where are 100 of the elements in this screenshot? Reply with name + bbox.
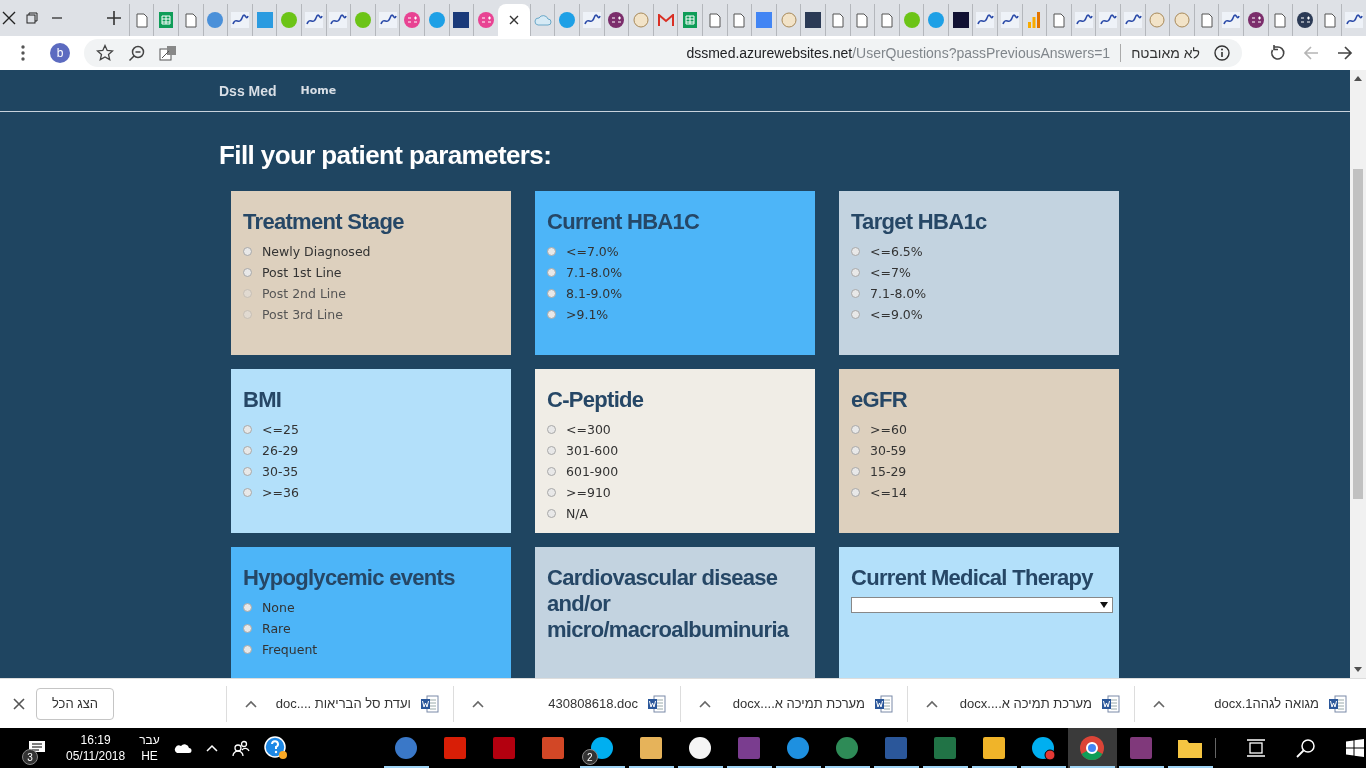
cloud-icon[interactable] [173, 742, 192, 754]
download-item[interactable]: ועדת סל הבריאות ....doc [226, 685, 453, 722]
radio-button[interactable] [851, 467, 860, 476]
radio-button[interactable] [851, 310, 860, 319]
radio-button[interactable] [243, 603, 252, 612]
radio-button[interactable] [243, 645, 252, 654]
radio-button[interactable] [547, 289, 556, 298]
radio-button[interactable] [851, 289, 860, 298]
radio-button[interactable] [243, 624, 252, 633]
radio-button[interactable] [243, 247, 252, 256]
close-icon[interactable] [2, 11, 17, 25]
radio-option[interactable]: 30-35 [243, 461, 499, 482]
card-title: C-Peptide [547, 387, 645, 413]
radio-button[interactable] [547, 509, 556, 518]
scribble-logo-icon [582, 12, 601, 28]
radio-button[interactable] [243, 467, 252, 476]
search-icon[interactable] [1295, 738, 1316, 758]
scroll-thumb[interactable] [1353, 169, 1363, 499]
radio-option[interactable]: >=910 [547, 482, 803, 503]
radio-button[interactable] [547, 446, 556, 455]
taskbar-app[interactable]: 2 [577, 728, 627, 768]
radio-option[interactable]: 301-600 [547, 440, 803, 461]
radio-button[interactable] [851, 488, 860, 497]
radio-option[interactable]: Newly Diagnosed [243, 241, 499, 262]
radio-button[interactable] [547, 268, 556, 277]
radio-button[interactable] [547, 425, 556, 434]
scribble-logo-icon [1000, 12, 1019, 28]
radio-button[interactable] [243, 425, 252, 434]
radio-button[interactable] [547, 488, 556, 497]
download-item[interactable]: מגואה לגהה1.docx [1134, 685, 1361, 722]
people-icon[interactable] [231, 739, 250, 757]
running-indicator [1069, 766, 1115, 768]
radio-option[interactable]: N/A [547, 503, 803, 524]
radio-option[interactable]: <=14 [851, 482, 1107, 503]
radio-button[interactable] [547, 467, 556, 476]
therapy-dropdown[interactable] [851, 597, 1113, 613]
card-title: Treatment Stage [243, 209, 405, 235]
radio-button[interactable] [547, 247, 556, 256]
radio-option[interactable]: Post 1st Line [243, 262, 499, 283]
running-indicator [1118, 766, 1164, 768]
radio-option[interactable]: 601-900 [547, 461, 803, 482]
radio-button[interactable] [851, 446, 860, 455]
radio-option[interactable]: >=36 [243, 482, 499, 503]
radio-option[interactable]: <=7.0% [547, 241, 803, 262]
brand-link[interactable]: Dss Med [219, 82, 277, 99]
scroll-down-icon[interactable] [1354, 667, 1362, 672]
radio-option[interactable]: <=25 [243, 419, 499, 440]
show-all-button[interactable]: הצג הכל [36, 687, 114, 720]
download-item[interactable]: מערכת תמיכה א....docx [680, 685, 907, 722]
restore-icon[interactable] [26, 12, 38, 24]
running-indicator [873, 766, 919, 768]
radio-button[interactable] [851, 247, 860, 256]
radio-option[interactable]: 15-29 [851, 461, 1107, 482]
taskbar-app[interactable] [1067, 728, 1117, 768]
extension-icon[interactable] [159, 45, 177, 61]
windows-start-icon[interactable] [1345, 739, 1364, 757]
radio-option[interactable]: Rare [243, 618, 499, 639]
radio-button[interactable] [851, 425, 860, 434]
radio-option[interactable]: None [243, 597, 499, 618]
profile-avatar[interactable]: b [50, 43, 70, 63]
radio-option[interactable]: 26-29 [243, 440, 499, 461]
info-icon[interactable] [1214, 45, 1230, 61]
radio-option[interactable]: >9.1% [547, 304, 803, 325]
site-icon [780, 12, 797, 28]
clock-button[interactable]: 16:19 05/11/2018 [66, 732, 126, 764]
running-indicator [1167, 766, 1213, 768]
radio-option[interactable]: 7.1-8.0% [851, 283, 1107, 304]
radio-option[interactable]: <=7% [851, 262, 1107, 283]
radio-option[interactable]: <=6.5% [851, 241, 1107, 262]
scribble-logo-icon [304, 12, 323, 28]
radio-button[interactable] [547, 310, 556, 319]
plus-icon[interactable] [107, 11, 122, 25]
radio-button[interactable] [851, 268, 860, 277]
download-item[interactable]: מערכת תמיכה א....docx [907, 685, 1134, 722]
radio-option[interactable]: <=9.0% [851, 304, 1107, 325]
radio-button[interactable] [243, 446, 252, 455]
help-icon[interactable] [263, 736, 288, 760]
download-item[interactable]: 430808618.doc [453, 685, 680, 722]
running-indicator [579, 766, 625, 768]
close-icon[interactable] [508, 15, 519, 25]
radio-button[interactable] [243, 268, 252, 277]
task-view-icon[interactable] [1245, 739, 1266, 757]
radio-option[interactable]: 7.1-8.0% [547, 262, 803, 283]
radio-option[interactable]: >=60 [851, 419, 1107, 440]
scribble-logo-icon [1222, 12, 1241, 28]
scroll-up-icon[interactable] [1354, 76, 1362, 81]
radio-option[interactable]: Frequent [243, 639, 499, 660]
page-icon [1053, 12, 1066, 28]
scrollbar[interactable] [1350, 70, 1366, 678]
star-icon[interactable] [96, 44, 114, 62]
zoom-icon[interactable] [128, 44, 145, 62]
radio-option[interactable]: 8.1-9.0% [547, 283, 803, 304]
radio-option[interactable]: 30-59 [851, 440, 1107, 461]
radio-button[interactable] [243, 488, 252, 497]
page-icon [1274, 12, 1287, 28]
nav-link[interactable]: Home [300, 84, 337, 97]
scribble-logo-icon [976, 12, 995, 28]
site-icon [1174, 12, 1191, 28]
radio-option[interactable]: <=300 [547, 419, 803, 440]
notification-button[interactable]: 3 [22, 731, 52, 765]
